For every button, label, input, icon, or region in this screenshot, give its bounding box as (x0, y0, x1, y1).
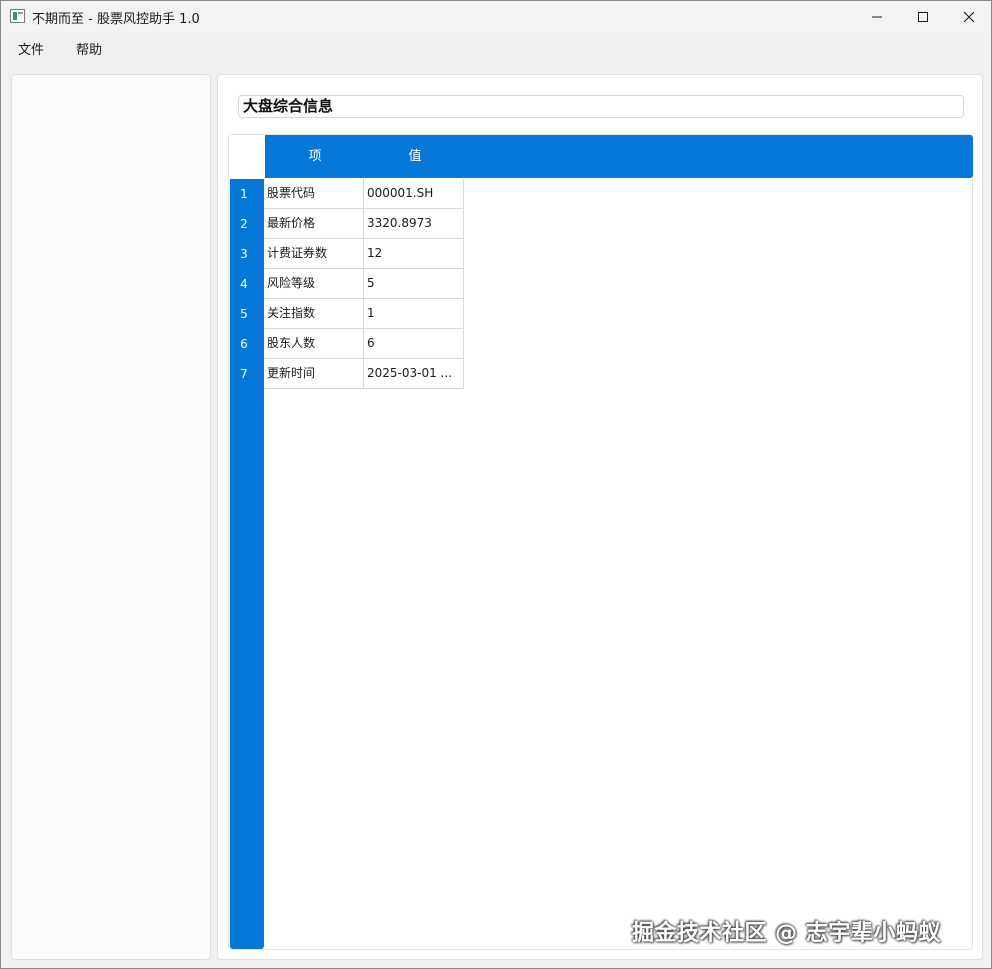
row-header[interactable]: 3 (230, 239, 258, 269)
table-header: 项 值 (265, 135, 973, 178)
table-cell-value[interactable]: 12 (364, 239, 464, 269)
table-cell-value[interactable]: 5 (364, 269, 464, 299)
right-panel: 大盘综合信息 项 值 1 2 3 4 5 6 7 股票代码 000001.SH … (217, 74, 983, 960)
watermark: 掘金技术社区 @ 志宇辈小蚂蚁 (632, 921, 941, 946)
table-cell-value[interactable]: 2025-03-01 ... (364, 359, 464, 389)
close-button[interactable] (946, 1, 992, 32)
row-header[interactable]: 4 (230, 269, 258, 299)
close-icon (963, 11, 975, 22)
row-header[interactable]: 7 (230, 359, 258, 389)
table-cell-item[interactable]: 计费证券数 (264, 239, 364, 269)
table-cell-value[interactable]: 6 (364, 329, 464, 359)
menu-item-help[interactable]: 帮助 (76, 39, 102, 58)
menu-item-file[interactable]: 文件 (18, 39, 44, 58)
row-header[interactable]: 5 (230, 299, 258, 329)
row-header-column: 1 2 3 4 5 6 7 (230, 179, 264, 949)
table-cell-value[interactable]: 1 (364, 299, 464, 329)
table-cell-value[interactable]: 3320.8973 (364, 209, 464, 239)
app-window-icon (10, 9, 25, 23)
minimize-button[interactable] (854, 1, 900, 32)
maximize-icon (918, 11, 928, 22)
column-header-item[interactable]: 项 (265, 135, 365, 178)
table-corner[interactable] (229, 135, 265, 178)
left-panel (11, 74, 211, 960)
row-header[interactable]: 2 (230, 209, 258, 239)
window-title: 不期而至 - 股票风控助手 1.0 (32, 12, 200, 27)
table-cell-item[interactable]: 关注指数 (264, 299, 364, 329)
table-cell-item[interactable]: 风险等级 (264, 269, 364, 299)
app-window: 不期而至 - 股票风控助手 1.0 文件 帮助 大盘综合信息 项 值 1 2 3… (0, 0, 992, 969)
table-cell-item[interactable]: 最新价格 (264, 209, 364, 239)
minimize-icon (872, 16, 882, 17)
row-header[interactable]: 6 (230, 329, 258, 359)
table-cell-item[interactable]: 股东人数 (264, 329, 364, 359)
table-cell-item[interactable]: 更新时间 (264, 359, 364, 389)
table-cell-item[interactable]: 股票代码 (264, 179, 364, 209)
column-header-value[interactable]: 值 (365, 135, 465, 178)
info-table[interactable]: 项 值 1 2 3 4 5 6 7 股票代码 000001.SH 最新价格 33… (228, 134, 973, 950)
maximize-button[interactable] (900, 1, 946, 32)
section-title: 大盘综合信息 (238, 95, 964, 118)
row-header[interactable]: 1 (230, 179, 258, 209)
title-bar[interactable]: 不期而至 - 股票风控助手 1.0 (1, 1, 991, 32)
table-cell-value[interactable]: 000001.SH (364, 179, 464, 209)
menu-bar: 文件 帮助 (1, 32, 991, 62)
